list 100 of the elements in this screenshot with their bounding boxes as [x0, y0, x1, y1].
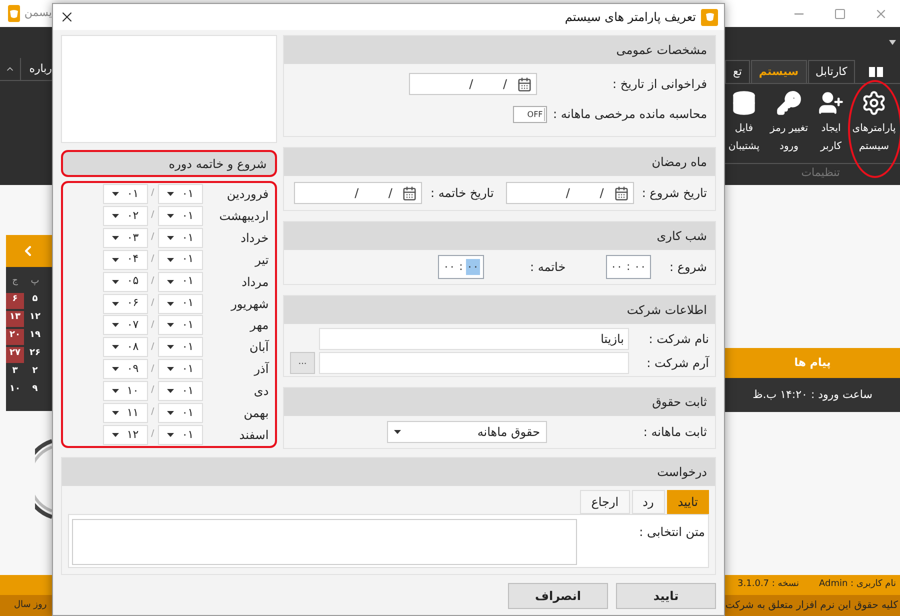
month-dropdown[interactable]: ۰۸ — [102, 337, 148, 358]
month-name: آذر — [252, 361, 269, 378]
text-area[interactable] — [72, 519, 577, 565]
field-label: فراخوانی از تاریخ : — [612, 76, 707, 93]
day-dropdown[interactable]: ۰۱ — [158, 228, 203, 248]
field-label: متن انتخابی : — [638, 524, 705, 541]
ribbon-tab[interactable]: تع — [725, 60, 750, 83]
month-dropdown[interactable]: ۰۹ — [102, 359, 148, 380]
ribbon-button[interactable]: پارامترهای سیستم — [848, 90, 900, 156]
date-separator: / — [150, 428, 156, 442]
salary-dropdown[interactable]: حقوق ماهانه — [387, 421, 547, 443]
caret-icon — [112, 433, 119, 438]
caret-icon — [112, 411, 119, 416]
day-dropdown[interactable]: ۰۱ — [158, 272, 203, 292]
company-name-field[interactable]: بازیتا — [319, 328, 629, 350]
field-label: تاریخ خاتمه : — [430, 185, 494, 202]
day-dropdown[interactable]: ۰۱ — [158, 315, 203, 336]
month-dropdown[interactable]: ۱۲ — [102, 425, 148, 446]
columns-icon — [869, 66, 884, 76]
time-separator: : — [459, 258, 463, 275]
field-label: نام شرکت : — [648, 331, 709, 348]
weekday-label: پ — [30, 275, 40, 288]
month-dropdown[interactable]: ۰۷ — [102, 315, 148, 336]
section-header: ثابت حقوق — [284, 388, 715, 416]
ribbon-button[interactable]: ایجاد کاربر — [815, 90, 847, 156]
browse-button[interactable]: ... — [290, 352, 315, 374]
month-dropdown[interactable]: ۰۲ — [102, 206, 148, 226]
month-dropdown[interactable]: ۱۰ — [102, 381, 148, 402]
time-segment[interactable]: ۰۰ — [633, 258, 647, 276]
caret-icon — [166, 192, 174, 196]
month-dropdown[interactable]: ۰۴ — [102, 250, 148, 270]
day-dropdown[interactable]: ۰۱ — [158, 184, 203, 204]
calendar-day[interactable]: ۱۲ — [26, 311, 44, 327]
calendar-day[interactable]: ۲ — [26, 365, 44, 381]
day-dropdown[interactable]: ۰۱ — [158, 250, 203, 270]
month-name: فروردین — [226, 186, 269, 203]
time-segment[interactable]: ۰۰ — [442, 258, 456, 276]
calendar-day[interactable]: ۶ — [6, 293, 24, 309]
app-logo-icon — [701, 8, 718, 26]
ribbon-tab[interactable]: کارتابل — [808, 60, 856, 83]
date-separator: / — [150, 406, 156, 420]
time-field[interactable]: ۰۰ : ۰۰ — [438, 255, 484, 279]
date-separator: / — [150, 231, 156, 244]
request-tab[interactable]: رد — [632, 490, 665, 514]
date-separator: / — [150, 187, 156, 200]
day-dropdown[interactable]: ۰۱ — [158, 337, 203, 358]
date-separator: / — [150, 362, 156, 376]
date-field[interactable]: / / — [409, 73, 537, 95]
month-dropdown[interactable]: ۰۵ — [102, 272, 148, 292]
weekday-label: ج — [12, 275, 18, 288]
time-field[interactable]: ۰۰ : ۰۰ — [606, 255, 651, 279]
calendar-day[interactable]: ۲۶ — [26, 347, 44, 363]
field-label: محاسبه مانده مرخصی ماهانه : — [553, 106, 707, 123]
request-tab[interactable]: تایید — [666, 490, 709, 514]
field-label: ثابت ماهانه : — [642, 424, 707, 441]
day-dropdown[interactable]: ۰۱ — [158, 403, 203, 424]
calendar-day[interactable]: ۳ — [6, 365, 24, 381]
month-dropdown[interactable]: ۱۱ — [102, 403, 148, 424]
section-header: درخواست — [62, 458, 715, 486]
caret-icon — [166, 214, 174, 218]
date-field[interactable]: / / — [294, 182, 422, 204]
ribbon-button[interactable]: فایل پشتیبان — [725, 90, 763, 156]
calendar-day[interactable]: ۱۳ — [6, 311, 24, 327]
field-label: خاتمه : — [528, 259, 566, 276]
date-separator: / — [150, 384, 156, 398]
day-dropdown[interactable]: ۰۱ — [158, 294, 203, 314]
calendar-day[interactable]: ۱۰ — [6, 383, 24, 399]
section-header: ماه رمضان — [284, 148, 715, 176]
date-separator: / — [150, 252, 156, 266]
request-tab[interactable]: ارجاع — [580, 490, 630, 514]
caret-icon[interactable] — [889, 40, 896, 45]
time-segment[interactable]: ۰۰ — [610, 258, 624, 276]
calendar-day[interactable]: ۹ — [26, 383, 44, 399]
ribbon-tab[interactable]: سیستم — [750, 60, 807, 83]
ribbon-button[interactable]: تغییر رمز ورود — [764, 90, 814, 156]
maximize-icon[interactable] — [834, 8, 846, 20]
toggle-switch[interactable]: OFF — [513, 106, 548, 122]
day-dropdown[interactable]: ۰۱ — [158, 359, 203, 380]
caret-icon — [166, 302, 174, 306]
day-dropdown[interactable]: ۰۱ — [158, 206, 203, 226]
calendar-day[interactable]: ۵ — [26, 293, 44, 309]
day-dropdown[interactable]: ۰۱ — [158, 425, 203, 446]
month-name: شهریور — [230, 296, 269, 313]
calendar-day[interactable]: ۲۷ — [6, 347, 24, 363]
time-segment[interactable]: ۰۰ — [466, 258, 480, 276]
day-dropdown[interactable]: ۰۱ — [158, 381, 203, 402]
calendar-day[interactable]: ۲۰ — [6, 329, 24, 345]
user-icon — [818, 90, 844, 116]
month-dropdown[interactable]: ۰۶ — [102, 294, 148, 314]
company-logo-field[interactable] — [319, 352, 629, 374]
caret-icon — [166, 236, 174, 240]
dialog-button[interactable]: انصراف — [508, 583, 608, 609]
calendar-day[interactable]: ۱۹ — [26, 329, 44, 345]
month-dropdown[interactable]: ۰۳ — [102, 228, 148, 248]
field-label: شروع : — [668, 259, 707, 276]
month-dropdown[interactable]: ۰۱ — [102, 184, 148, 204]
dialog-button[interactable]: تایید — [616, 583, 716, 609]
calendar-icon — [517, 76, 532, 92]
month-name: آبان — [248, 339, 269, 356]
date-field[interactable]: / / — [506, 182, 634, 204]
